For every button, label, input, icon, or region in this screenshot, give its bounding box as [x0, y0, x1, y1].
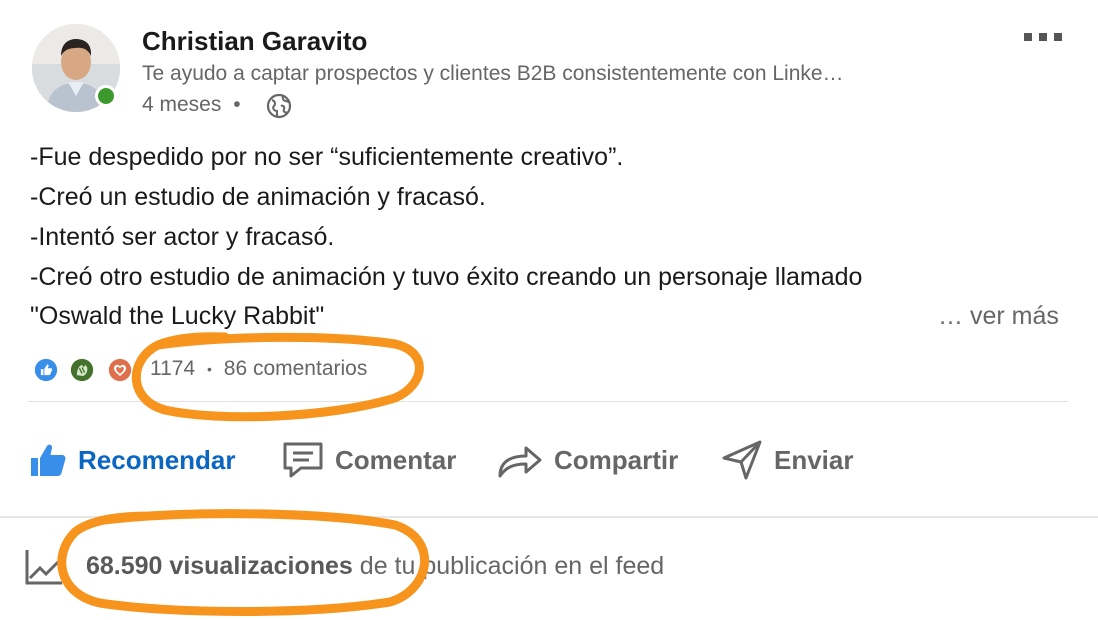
send-button[interactable]: Enviar: [720, 434, 854, 486]
post-time: 4 meses: [142, 93, 222, 116]
globe-icon: [266, 93, 292, 119]
reaction-counts: 1174 • 86 comentarios: [150, 357, 367, 381]
analytics-views[interactable]: 68.590 visualizaciones de tu publicación…: [86, 552, 664, 581]
post-body-line: -Fue despedido por no ser “suficientemen…: [30, 143, 624, 171]
meta-separator: •: [233, 93, 241, 116]
author-name[interactable]: Christian Garavito: [142, 26, 367, 57]
recommend-button[interactable]: Recomendar: [28, 434, 236, 486]
more-options-icon[interactable]: [1020, 26, 1066, 46]
comment-button[interactable]: Comentar: [281, 434, 456, 486]
like-icon[interactable]: [32, 356, 60, 384]
thumbs-up-icon: [31, 444, 66, 476]
comments-count[interactable]: 86 comentarios: [224, 357, 368, 380]
recommend-label: Recomendar: [78, 444, 236, 475]
share-label: Compartir: [554, 444, 679, 475]
celebrate-icon[interactable]: [68, 356, 96, 384]
post-body-line: -Creó otro estudio de animación y tuvo é…: [30, 263, 863, 291]
post-meta: 4 meses •: [142, 93, 241, 117]
post-body-line: "Oswald the Lucky Rabbit": [30, 302, 325, 330]
share-icon: [498, 446, 542, 478]
send-label: Enviar: [774, 444, 854, 475]
comment-icon: [283, 442, 323, 478]
send-icon: [722, 440, 762, 480]
counts-separator: •: [207, 361, 212, 378]
online-status-dot: [95, 85, 117, 107]
divider: [28, 401, 1068, 402]
comment-label: Comentar: [335, 444, 457, 475]
reaction-count[interactable]: 1174: [150, 357, 195, 380]
author-headline: Te ayudo a captar prospectos y clientes …: [142, 62, 844, 85]
see-more-link[interactable]: … ver más: [938, 302, 1059, 331]
views-count: 68.590 visualizaciones: [86, 552, 353, 580]
love-icon[interactable]: [106, 356, 134, 384]
analytics-chart-icon: [25, 550, 62, 585]
post-body-line: -Intentó ser actor y fracasó.: [30, 223, 335, 251]
views-description: de tu publicación en el feed: [352, 552, 665, 580]
post-body-line: -Creó un estudio de animación y fracasó.: [30, 183, 486, 211]
divider: [0, 516, 1098, 518]
share-button[interactable]: Compartir: [496, 434, 678, 486]
